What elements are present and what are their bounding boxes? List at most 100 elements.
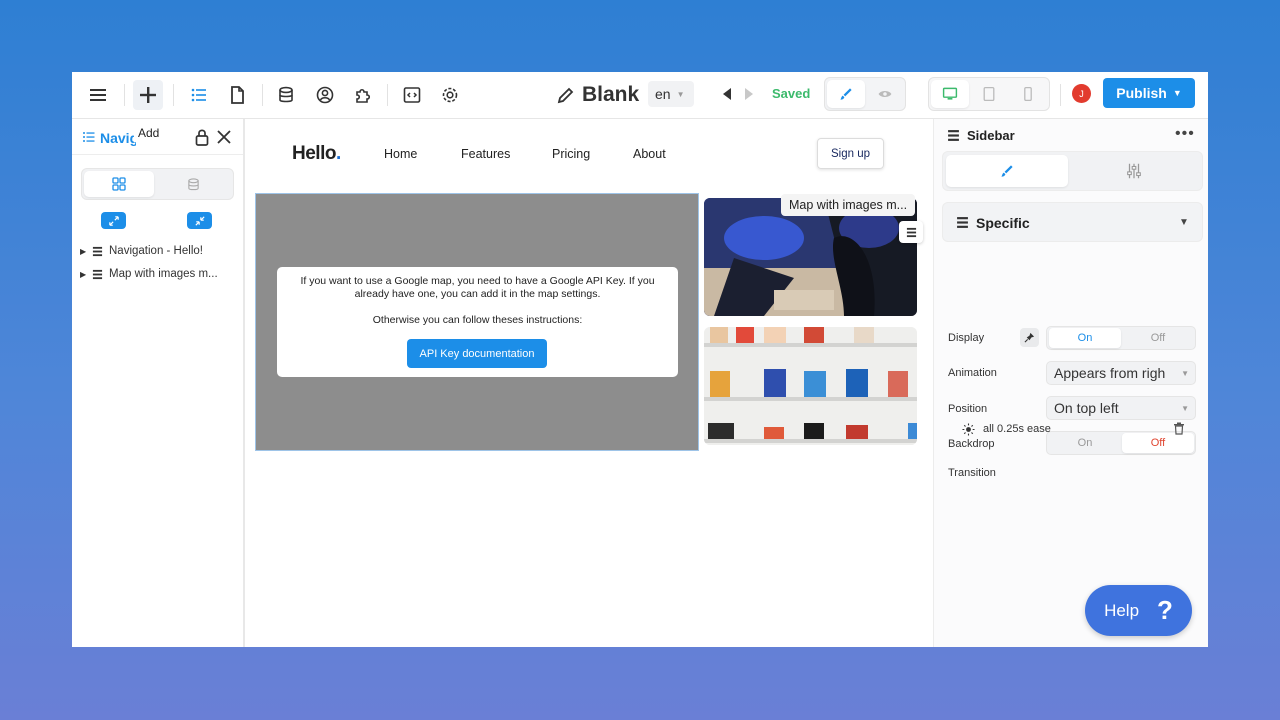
navigator-title: Navigation xyxy=(100,130,136,146)
chevron-down-icon: ▼ xyxy=(1181,369,1189,378)
tablet-view-button[interactable] xyxy=(970,80,1008,108)
tab-style[interactable] xyxy=(946,155,1068,187)
tree-item-label: Navigation - Hello! xyxy=(109,245,203,257)
section-block-icon xyxy=(957,217,968,228)
nav-link-about[interactable]: About xyxy=(633,147,666,161)
device-toggle xyxy=(928,77,1050,111)
hamburger-menu-icon[interactable] xyxy=(83,80,113,110)
tree-item[interactable]: ▶ Navigation - Hello! xyxy=(80,242,203,260)
expand-icon xyxy=(108,215,119,226)
nav-link-features[interactable]: Features xyxy=(461,147,510,161)
map-placeholder[interactable]: If you want to use a Google map, you nee… xyxy=(255,193,699,451)
publish-button[interactable]: Publish ▼ xyxy=(1103,78,1195,108)
help-button[interactable]: Help ? xyxy=(1085,585,1192,636)
publish-label: Publish xyxy=(1116,85,1167,101)
caret-right-icon[interactable]: ▶ xyxy=(80,270,86,279)
display-off-option[interactable]: Off xyxy=(1122,328,1194,348)
lock-icon[interactable] xyxy=(194,128,210,146)
transition-item[interactable]: all 0.25s ease xyxy=(962,421,1051,437)
navigator-panel: Navigation ▶ Navigation - Hello! ▶ Map xyxy=(72,119,245,647)
pencil-edit-icon xyxy=(557,87,574,104)
specific-section-header[interactable]: Specific ▼ xyxy=(942,202,1203,242)
phone-icon xyxy=(1024,86,1032,102)
question-icon: ? xyxy=(1157,595,1173,625)
brush-icon xyxy=(840,88,852,100)
close-icon[interactable] xyxy=(216,128,232,146)
grid-icon xyxy=(112,177,126,191)
page-title-group[interactable]: Blank xyxy=(556,80,639,110)
properties-tabs xyxy=(942,151,1203,191)
caret-down-icon: ▼ xyxy=(1179,217,1189,228)
puzzle-plugin-icon[interactable] xyxy=(348,80,378,110)
top-toolbar: Add Blank en ▼ Saved J Publish ▼ xyxy=(72,72,1208,142)
bookshelf-photo[interactable] xyxy=(704,327,917,445)
animation-value: Appears from righ xyxy=(1054,365,1166,381)
code-embed-icon[interactable] xyxy=(397,80,427,110)
sliders-icon xyxy=(1127,163,1141,179)
site-logo[interactable]: Hello. xyxy=(292,143,341,165)
undo-arrow-icon[interactable] xyxy=(720,85,734,103)
eye-icon xyxy=(878,91,892,97)
tab-settings[interactable] xyxy=(1073,155,1195,187)
display-on-option[interactable]: On xyxy=(1049,328,1121,348)
display-label: Display xyxy=(948,332,985,344)
api-key-documentation-button[interactable]: API Key documentation xyxy=(407,339,547,368)
data-view-button[interactable] xyxy=(158,171,228,197)
site-navigation[interactable]: Hello. Home Features Pricing About Sign … xyxy=(247,119,932,191)
display-toggle: On Off xyxy=(1046,326,1196,350)
redo-arrow-icon[interactable] xyxy=(742,85,756,103)
backdrop-off-option[interactable]: Off xyxy=(1122,433,1194,453)
signup-button[interactable]: Sign up xyxy=(817,138,884,169)
language-select[interactable]: en ▼ xyxy=(648,81,694,107)
animation-select[interactable]: Appears from righ ▼ xyxy=(1046,361,1196,385)
block-options-handle[interactable] xyxy=(899,221,923,243)
transition-value: all 0.25s ease xyxy=(983,423,1051,435)
mobile-view-button[interactable] xyxy=(1009,80,1047,108)
editor-app: Add Blank en ▼ Saved J Publish ▼ Navig ▶… xyxy=(72,72,1208,647)
add-button[interactable] xyxy=(133,80,163,110)
toolbar-divider xyxy=(387,84,388,106)
toolbar-divider xyxy=(262,84,263,106)
logo-dot: . xyxy=(335,143,341,164)
caret-right-icon[interactable]: ▶ xyxy=(80,247,86,256)
more-options-icon[interactable]: ••• xyxy=(1175,125,1195,143)
trash-icon[interactable] xyxy=(1173,422,1185,435)
chevron-down-icon: ▼ xyxy=(1181,404,1189,413)
preview-mode-button[interactable] xyxy=(866,80,904,108)
selected-block-label[interactable]: Map with images m... xyxy=(781,194,916,216)
map-notice-instructions: Otherwise you can follow theses instruct… xyxy=(372,314,583,326)
pin-toggle-button[interactable] xyxy=(1020,328,1039,347)
toolbar-divider xyxy=(1060,84,1061,106)
section-block-icon xyxy=(92,269,103,279)
help-label: Help xyxy=(1104,600,1140,620)
collapse-all-button[interactable] xyxy=(187,212,212,229)
edit-mode-button[interactable] xyxy=(827,80,865,108)
editor-canvas[interactable]: Hello. Home Features Pricing About Sign … xyxy=(247,119,932,647)
language-value: en xyxy=(655,86,671,102)
tree-item[interactable]: ▶ Map with images m... xyxy=(80,265,218,283)
nav-link-pricing[interactable]: Pricing xyxy=(552,147,590,161)
nav-link-home[interactable]: Home xyxy=(384,147,417,161)
section-block-icon xyxy=(92,246,103,256)
chevron-down-icon: ▼ xyxy=(1172,88,1182,98)
blocks-view-button[interactable] xyxy=(84,171,154,197)
map-notice-text: If you want to use a Google map, you nee… xyxy=(300,275,655,300)
position-value: On top left xyxy=(1054,400,1119,416)
logo-text: Hello xyxy=(292,143,336,164)
section-block-icon xyxy=(948,130,959,141)
gear-settings-icon[interactable] xyxy=(435,80,465,110)
database-icon xyxy=(187,177,199,190)
sun-icon xyxy=(962,422,975,436)
page-file-icon[interactable] xyxy=(222,80,252,110)
desktop-view-button[interactable] xyxy=(931,80,969,108)
navigator-view-toggle xyxy=(81,168,234,200)
position-select[interactable]: On top left ▼ xyxy=(1046,396,1196,420)
user-circle-icon[interactable] xyxy=(310,80,340,110)
user-avatar[interactable]: J xyxy=(1072,84,1091,103)
expand-all-button[interactable] xyxy=(101,212,126,229)
database-icon[interactable] xyxy=(271,80,301,110)
plus-icon xyxy=(140,87,156,103)
backdrop-on-option[interactable]: On xyxy=(1049,433,1121,453)
layers-list-icon[interactable] xyxy=(184,80,214,110)
transition-label: Transition xyxy=(948,467,996,479)
